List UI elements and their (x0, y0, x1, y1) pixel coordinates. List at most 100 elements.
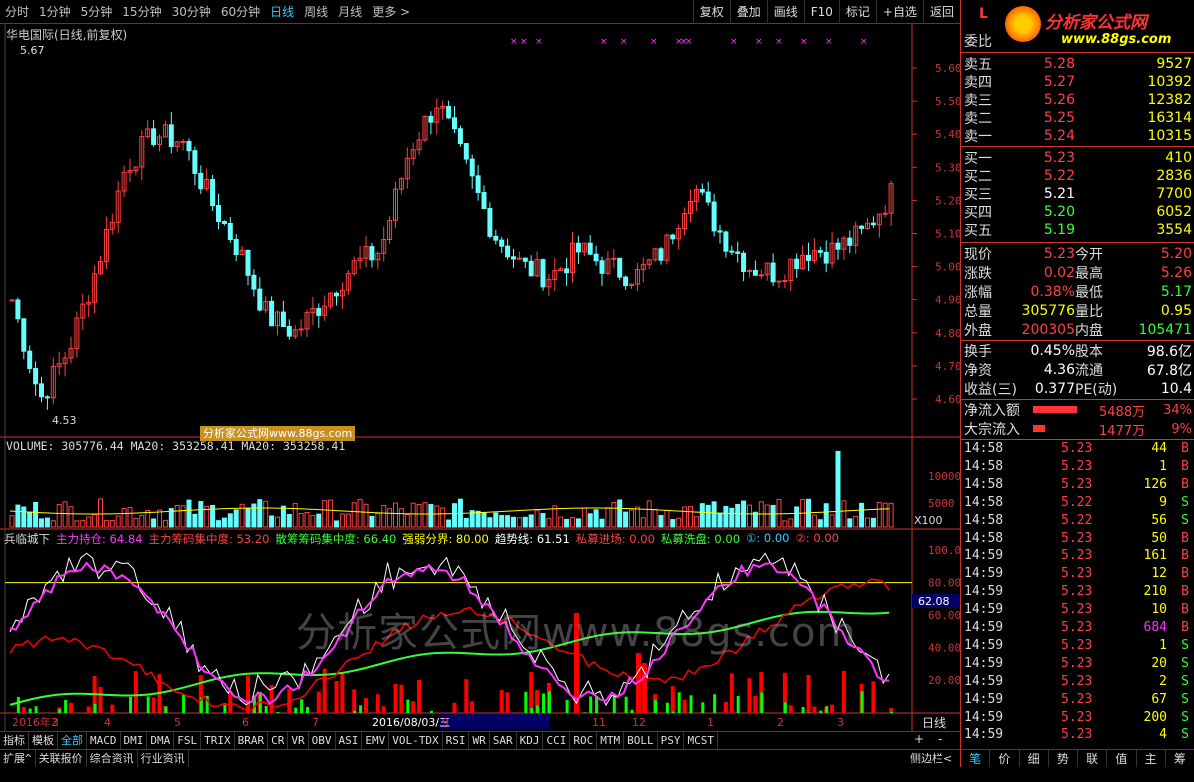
indicator-tab-21[interactable]: MTM (597, 732, 625, 749)
detail-tab-7[interactable]: 筹 (1166, 750, 1194, 767)
panel-separator (961, 439, 1194, 440)
volume-bar (9, 515, 15, 528)
candle-body (21, 318, 27, 352)
tick-price: 5.23 (1061, 673, 1093, 689)
toolbar-btn-3[interactable]: F10 (803, 0, 839, 24)
indicator-tab-17[interactable]: SAR (490, 732, 517, 749)
info-tabs: 扩展^ 关联报价 综合资讯 行业资讯 (0, 749, 960, 767)
toolbar-btn-5[interactable]: +自选 (875, 0, 923, 24)
candle-body (44, 396, 50, 399)
ind-bar-red (110, 704, 115, 713)
candle-body (469, 158, 475, 177)
detail-tab-5[interactable]: 值 (1107, 750, 1137, 767)
period-5[interactable]: 60分钟 (216, 0, 265, 24)
period-7[interactable]: 周线 (299, 0, 333, 24)
candles (9, 98, 894, 410)
bid-volume: 3554 (1156, 222, 1192, 238)
stat-row-4: 外盘 200305 内盘 105471 (961, 321, 1194, 339)
candle-body (168, 124, 174, 148)
stat-label: 涨跌 (964, 266, 992, 282)
stat2-value: 4.36 (1043, 362, 1075, 378)
tick-price: 5.23 (1061, 602, 1093, 618)
indicator-tab-24[interactable]: MCST (684, 732, 718, 749)
ask-label: 卖四 (964, 75, 992, 91)
indicator-tab-8[interactable]: BRAR (235, 732, 269, 749)
signal-marker: × (860, 37, 868, 47)
period-6[interactable]: 日线 (265, 0, 299, 24)
indicator-tab-12[interactable]: ASI (336, 732, 363, 749)
side-ctrl-1[interactable]: - (938, 732, 942, 746)
volume-bar (676, 517, 682, 528)
info-tab-1[interactable]: 关联报价 (36, 750, 87, 767)
indicator-tab-2[interactable]: 全部 (58, 732, 87, 749)
candle-body (859, 225, 865, 229)
toolbar-btn-6[interactable]: 返回 (922, 0, 960, 24)
ask-price: 5.27 (1043, 74, 1075, 90)
indicator-tab-13[interactable]: EMV (362, 732, 390, 749)
volume-bar (39, 518, 44, 528)
indicator-tab-5[interactable]: DMA (147, 732, 175, 749)
volume-bar (103, 520, 109, 528)
candle-body (180, 140, 186, 143)
detail-tab-1[interactable]: 价 (990, 750, 1020, 767)
flow-label: 净流入额 (964, 403, 1020, 419)
period-4[interactable]: 30分钟 (167, 0, 216, 24)
indicator-tab-20[interactable]: ROC (570, 732, 598, 749)
ind-bar-green (406, 699, 410, 713)
ind-bar-red (69, 702, 73, 713)
ind-bar-red (529, 672, 534, 713)
indicator-tab-15[interactable]: RSI (443, 732, 470, 749)
side-ctrl-2[interactable]: 侧边栏< (910, 750, 952, 766)
period-3[interactable]: 15分钟 (117, 0, 166, 24)
indicator-tab-23[interactable]: PSY (658, 732, 685, 749)
indicator-label-9: ②: 0.00 (795, 531, 839, 545)
volume-bar (705, 504, 711, 528)
period-1[interactable]: 1分钟 (34, 0, 76, 24)
period-2[interactable]: 5分钟 (76, 0, 118, 24)
indicator-tab-18[interactable]: KDJ (517, 732, 544, 749)
indicator-tab-16[interactable]: WR (469, 732, 490, 749)
period-9[interactable]: 更多 > (367, 0, 415, 24)
candle-body (735, 251, 741, 254)
indicator-tab-0[interactable]: 指标 (0, 732, 29, 749)
candle-body (446, 105, 452, 119)
info-tab-0[interactable]: 扩展^ (0, 750, 36, 767)
indicator-tab-7[interactable]: TRIX (201, 732, 235, 749)
indicator-tab-14[interactable]: VOL-TDX (389, 732, 443, 749)
volume-bar (422, 502, 428, 528)
toolbar-btn-4[interactable]: 标记 (838, 0, 876, 24)
candle-body (481, 191, 487, 210)
indicator-tab-6[interactable]: FSL (174, 732, 202, 749)
tick-time: 14:59 (964, 655, 1004, 671)
detail-tab-2[interactable]: 细 (1020, 750, 1049, 767)
toolbar-btn-0[interactable]: 复权 (692, 0, 730, 24)
ind-bar-red (316, 691, 321, 713)
info-tab-3[interactable]: 行业资讯 (138, 750, 189, 767)
indicator-tab-4[interactable]: DMI (121, 732, 148, 749)
tick-volume: 10 (1151, 602, 1167, 618)
candle-body (587, 242, 593, 255)
tick-volume: 56 (1151, 512, 1167, 528)
indicator-tab-1[interactable]: 模板 (29, 732, 58, 749)
indicator-tab-22[interactable]: BOLL (624, 732, 658, 749)
detail-tab-0[interactable]: 笔 (961, 750, 991, 767)
candle-body (227, 222, 233, 241)
indicator-tab-9[interactable]: CR (268, 732, 289, 749)
indicator-tab-19[interactable]: CCI (543, 732, 571, 749)
side-ctrl-0[interactable]: + (914, 732, 924, 746)
volume-bar (345, 513, 351, 528)
info-tab-2[interactable]: 综合资讯 (87, 750, 138, 767)
candle-body (540, 259, 546, 288)
indicator-tab-3[interactable]: MACD (87, 732, 121, 749)
tick-volume: 67 (1151, 691, 1167, 707)
period-0[interactable]: 分时 (0, 0, 34, 24)
toolbar-btn-1[interactable]: 叠加 (729, 0, 767, 24)
volume-bar (847, 518, 853, 528)
period-8[interactable]: 月线 (333, 0, 367, 24)
toolbar-btn-2[interactable]: 画线 (766, 0, 804, 24)
detail-tab-4[interactable]: 联 (1078, 750, 1108, 767)
detail-tab-3[interactable]: 势 (1049, 750, 1078, 767)
indicator-tab-10[interactable]: VR (288, 732, 309, 749)
indicator-tab-11[interactable]: OBV (309, 732, 336, 749)
detail-tab-6[interactable]: 主 (1137, 750, 1166, 767)
